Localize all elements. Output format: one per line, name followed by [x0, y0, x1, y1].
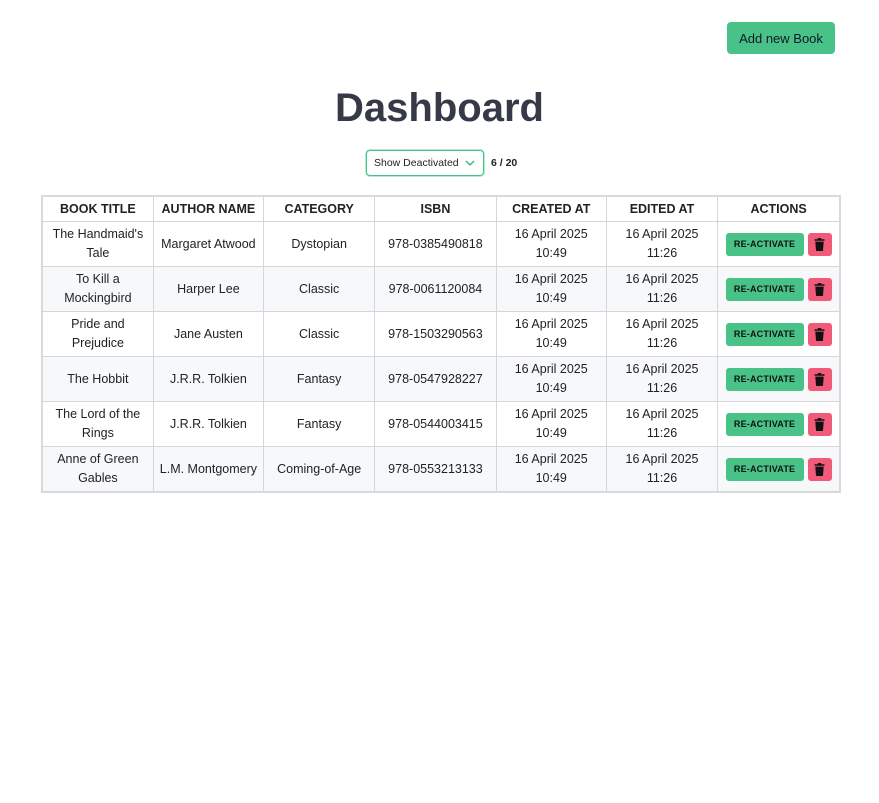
cell-actions: RE-ACTIVATE [717, 356, 841, 402]
page-title: Dashboard [335, 86, 544, 130]
trash-icon [814, 372, 825, 386]
cell-edited-at: 16 April 2025 11:26 [605, 266, 719, 312]
delete-button[interactable] [807, 322, 832, 346]
table-row: Pride and Prejudice Jane Austen Classic 978… [41, 311, 841, 357]
trash-icon [814, 237, 825, 251]
cell-edited-at: 16 April 2025 11:26 [605, 401, 719, 447]
table-row: The Handmaid's Tale Margaret Atwood Dystop… [41, 221, 841, 267]
cell-isbn: 978-0061120084 [374, 266, 497, 312]
column-header-isbn: ISBN [374, 195, 497, 222]
column-header-actions: ACTIONS [717, 195, 841, 222]
cell-book-title: The Hobbit [41, 356, 154, 402]
filter-select-value: Show Deactivated [374, 157, 459, 169]
re-activate-button[interactable]: RE-ACTIVATE [725, 322, 804, 346]
cell-actions: RE-ACTIVATE [717, 311, 841, 357]
delete-button[interactable] [807, 277, 832, 301]
cell-author-name: Margaret Atwood [152, 221, 265, 267]
cell-category: Dystopian [263, 221, 376, 267]
cell-category: Classic [263, 311, 376, 357]
column-header-created-at: CREATED AT [495, 195, 607, 222]
cell-book-title: The Lord of the Rings [41, 401, 154, 447]
cell-book-title: Anne of Green Gables [41, 446, 154, 493]
table-header-row: BOOK TITLE AUTHOR NAME CATEGORY ISBN CRE… [41, 195, 841, 222]
cell-edited-at: 16 April 2025 11:26 [605, 446, 719, 493]
row-actions: RE-ACTIVATE [722, 322, 835, 346]
cell-isbn: 978-0553213133 [374, 446, 497, 493]
cell-book-title: The Handmaid's Tale [41, 221, 154, 267]
cell-actions: RE-ACTIVATE [717, 266, 841, 312]
cell-created-at: 16 April 2025 10:49 [495, 356, 607, 402]
cell-created-at: 16 April 2025 10:49 [495, 311, 607, 357]
cell-category: Fantasy [263, 356, 376, 402]
dashboard-page: Add new Book Dashboard Show Deactivated … [0, 0, 879, 803]
trash-icon [814, 462, 825, 476]
row-actions: RE-ACTIVATE [722, 457, 835, 481]
book-count: 6 / 20 [491, 157, 518, 169]
filter-row: Show Deactivated 6 / 20 [366, 150, 517, 176]
cell-isbn: 978-0547928227 [374, 356, 497, 402]
re-activate-button[interactable]: RE-ACTIVATE [725, 457, 804, 481]
cell-actions: RE-ACTIVATE [717, 446, 841, 493]
cell-created-at: 16 April 2025 10:49 [495, 446, 607, 493]
table-row: The Lord of the Rings J.R.R. Tolkien Fanta… [41, 401, 841, 447]
books-table: BOOK TITLE AUTHOR NAME CATEGORY ISBN CRE… [41, 195, 841, 493]
table-row: To Kill a Mockingbird Harper Lee Classic 97… [41, 266, 841, 312]
cell-created-at: 16 April 2025 10:49 [495, 221, 607, 267]
cell-isbn: 978-0385490818 [374, 221, 497, 267]
trash-icon [814, 417, 825, 431]
delete-button[interactable] [807, 232, 832, 256]
cell-isbn: 978-1503290563 [374, 311, 497, 357]
cell-actions: RE-ACTIVATE [717, 221, 841, 267]
cell-category: Coming-of-Age [263, 446, 376, 493]
trash-icon [814, 327, 825, 341]
cell-category: Classic [263, 266, 376, 312]
re-activate-button[interactable]: RE-ACTIVATE [725, 412, 804, 436]
cell-author-name: L.M. Montgomery [152, 446, 265, 493]
row-actions: RE-ACTIVATE [722, 412, 835, 436]
column-header-author-name: AUTHOR NAME [152, 195, 265, 222]
column-header-edited-at: EDITED AT [605, 195, 719, 222]
cell-edited-at: 16 April 2025 11:26 [605, 311, 719, 357]
cell-author-name: J.R.R. Tolkien [152, 401, 265, 447]
delete-button[interactable] [807, 367, 832, 391]
deactivated-filter-select[interactable]: Show Deactivated [366, 150, 484, 176]
chevron-down-icon [464, 157, 476, 169]
delete-button[interactable] [807, 457, 832, 481]
cell-actions: RE-ACTIVATE [717, 401, 841, 447]
column-header-category: CATEGORY [263, 195, 376, 222]
cell-book-title: To Kill a Mockingbird [41, 266, 154, 312]
re-activate-button[interactable]: RE-ACTIVATE [725, 367, 804, 391]
cell-author-name: J.R.R. Tolkien [152, 356, 265, 402]
add-new-book-button[interactable]: Add new Book [727, 22, 835, 54]
cell-author-name: Harper Lee [152, 266, 265, 312]
cell-created-at: 16 April 2025 10:49 [495, 266, 607, 312]
table-row: The Hobbit J.R.R. Tolkien Fantasy 978-05479… [41, 356, 841, 402]
table-row: Anne of Green Gables L.M. Montgomery Comin… [41, 446, 841, 493]
cell-book-title: Pride and Prejudice [41, 311, 154, 357]
cell-isbn: 978-0544003415 [374, 401, 497, 447]
trash-icon [814, 282, 825, 296]
cell-category: Fantasy [263, 401, 376, 447]
cell-created-at: 16 April 2025 10:49 [495, 401, 607, 447]
re-activate-button[interactable]: RE-ACTIVATE [725, 232, 804, 256]
cell-author-name: Jane Austen [152, 311, 265, 357]
cell-edited-at: 16 April 2025 11:26 [605, 221, 719, 267]
re-activate-button[interactable]: RE-ACTIVATE [725, 277, 804, 301]
row-actions: RE-ACTIVATE [722, 367, 835, 391]
delete-button[interactable] [807, 412, 832, 436]
row-actions: RE-ACTIVATE [722, 277, 835, 301]
row-actions: RE-ACTIVATE [722, 232, 835, 256]
column-header-book-title: BOOK TITLE [41, 195, 154, 222]
cell-edited-at: 16 April 2025 11:26 [605, 356, 719, 402]
